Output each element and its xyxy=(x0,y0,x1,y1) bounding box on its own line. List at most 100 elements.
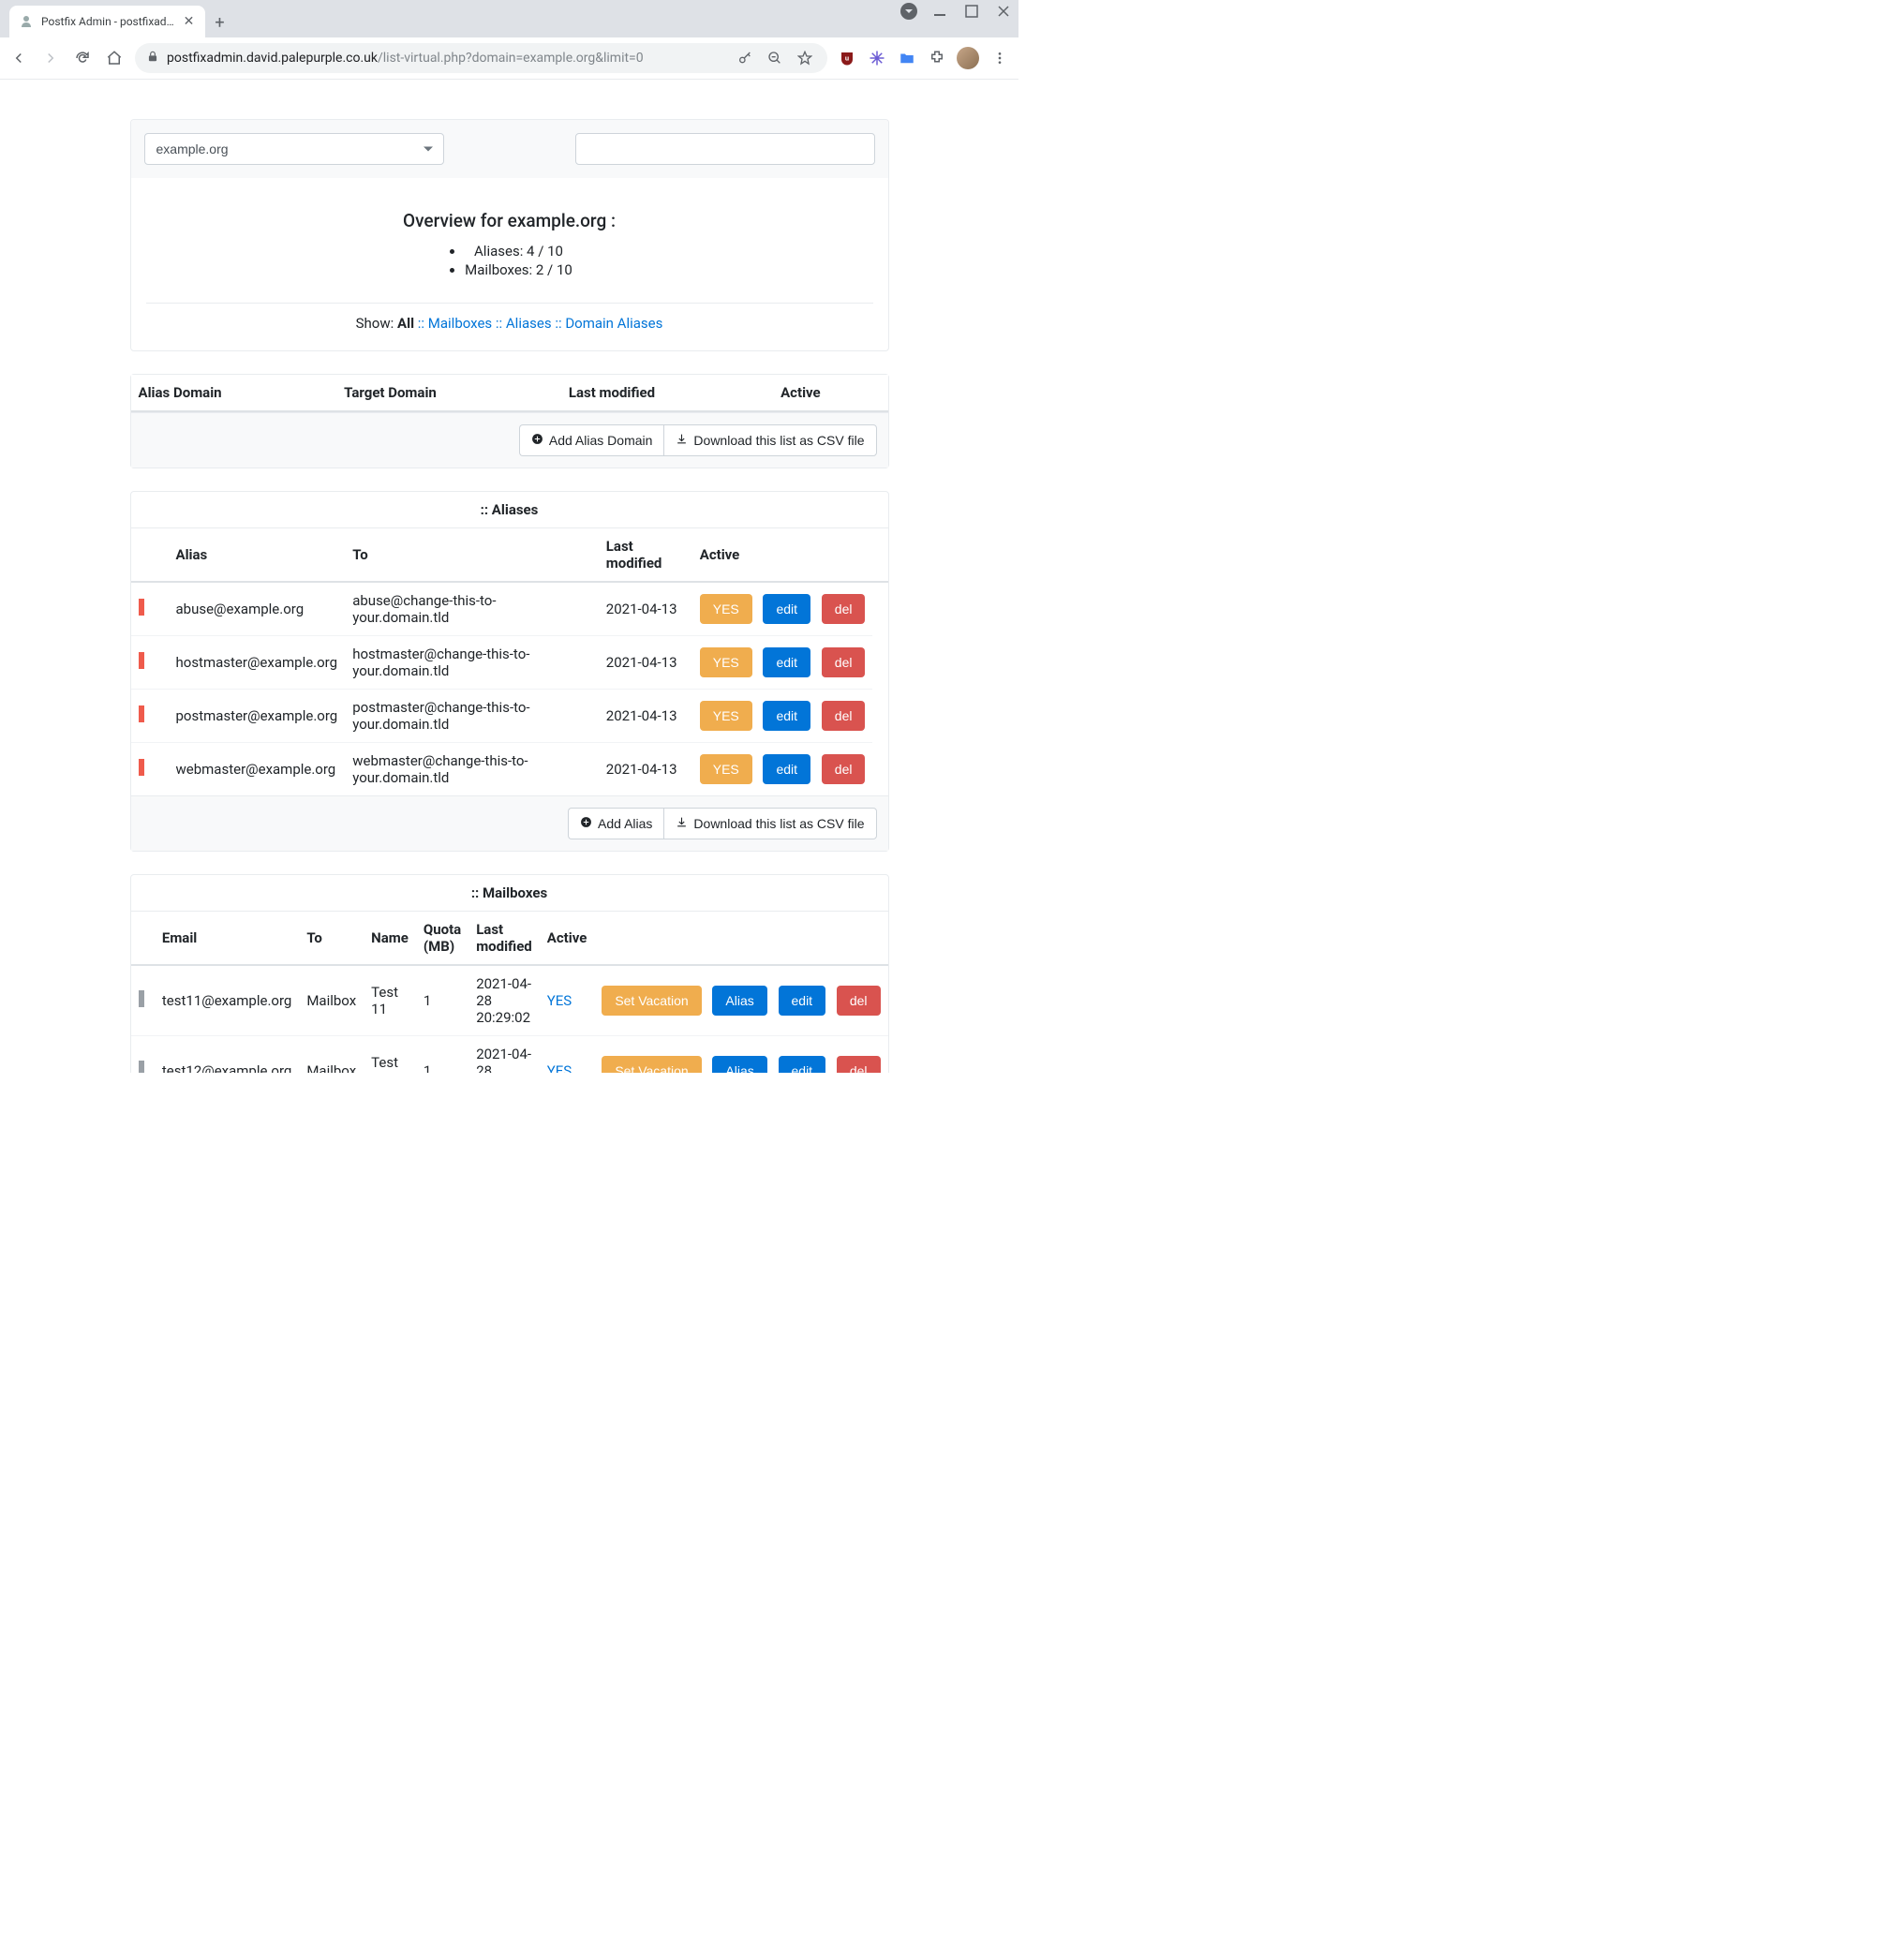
edit-button[interactable]: edit xyxy=(763,754,810,784)
extensions-icon[interactable] xyxy=(927,48,947,68)
aliases-title: :: Aliases xyxy=(131,492,888,528)
back-icon[interactable] xyxy=(7,47,30,69)
show-all[interactable]: All xyxy=(397,315,414,332)
modified-cell: 2021-04-28 20:29:02 xyxy=(468,965,540,1036)
show-aliases-link[interactable]: Aliases xyxy=(506,315,552,332)
minimize-icon[interactable] xyxy=(930,2,949,21)
col-name: Name xyxy=(364,912,416,965)
content-area: example.org Overview for example.org : A… xyxy=(0,80,1018,1073)
indicator-icon xyxy=(139,990,144,1007)
overview-aliases: Aliases: 4 / 10 xyxy=(465,243,572,260)
col-email: Email xyxy=(155,912,299,965)
domain-select[interactable]: example.org xyxy=(144,133,444,165)
add-alias-button[interactable]: Add Alias xyxy=(568,808,663,839)
active-yes-button[interactable]: YES xyxy=(700,594,752,624)
overview-mailboxes: Mailboxes: 2 / 10 xyxy=(465,261,572,278)
del-button[interactable]: del xyxy=(822,754,866,784)
download-icon xyxy=(676,433,688,448)
plus-icon xyxy=(531,433,543,448)
del-button[interactable]: del xyxy=(822,594,866,624)
active-yes-button[interactable]: YES xyxy=(700,754,752,784)
edit-button[interactable]: edit xyxy=(763,594,810,624)
to-cell: Mailbox xyxy=(299,965,364,1036)
del-button[interactable]: del xyxy=(837,986,881,1016)
extension-icons: u xyxy=(837,47,1011,69)
edit-button[interactable]: edit xyxy=(763,647,810,677)
edit-button[interactable]: edit xyxy=(779,1056,826,1073)
alias-button[interactable]: Alias xyxy=(712,1056,766,1073)
to-cell: hostmaster@change-this-to-your.domain.tl… xyxy=(345,636,599,690)
overview-title: Overview for example.org : xyxy=(146,210,873,231)
edit-button[interactable]: edit xyxy=(779,986,826,1016)
modified-cell: 2021-04-13 xyxy=(599,690,692,743)
col-to: To xyxy=(345,528,599,582)
download-aliases-csv-button[interactable]: Download this list as CSV file xyxy=(663,808,876,839)
favicon-icon xyxy=(19,14,34,29)
browser-tab[interactable]: Postfix Admin - postfixad… ✕ xyxy=(9,6,205,37)
forward-icon[interactable] xyxy=(39,47,62,69)
alias-cell: postmaster@example.org xyxy=(169,690,346,743)
del-button[interactable]: del xyxy=(837,1056,881,1073)
alias-row: postmaster@example.org postmaster@change… xyxy=(131,690,888,743)
key-icon[interactable] xyxy=(734,47,756,69)
modified-cell: 2021-04-13 xyxy=(599,636,692,690)
address-bar[interactable]: postfixadmin.david.palepurple.co.uk/list… xyxy=(135,43,827,73)
modified-cell: 2021-04-28 20:29:02 xyxy=(468,1036,540,1074)
ublock-icon[interactable]: u xyxy=(837,48,857,68)
indicator-icon xyxy=(139,759,144,776)
home-icon[interactable] xyxy=(103,47,126,69)
active-yes-button[interactable]: YES xyxy=(700,701,752,731)
star-icon[interactable] xyxy=(794,47,816,69)
zoom-icon[interactable] xyxy=(764,47,786,69)
show-mailboxes-link[interactable]: Mailboxes xyxy=(428,315,492,332)
col-active: Active xyxy=(540,912,595,965)
alias-cell: abuse@example.org xyxy=(169,582,346,636)
active-yes-button[interactable]: YES xyxy=(700,647,752,677)
snowflake-icon[interactable] xyxy=(867,48,887,68)
name-cell: Test 12 xyxy=(364,1036,416,1074)
url-text: postfixadmin.david.palepurple.co.uk/list… xyxy=(167,51,726,66)
alias-row: hostmaster@example.org hostmaster@change… xyxy=(131,636,888,690)
col-alias-domain: Alias Domain xyxy=(131,375,337,411)
folder-icon[interactable] xyxy=(897,48,917,68)
show-domain-aliases-link[interactable]: Domain Aliases xyxy=(565,315,662,332)
new-tab-button[interactable]: + xyxy=(205,13,233,33)
add-alias-domain-button[interactable]: Add Alias Domain xyxy=(519,424,664,456)
aliases-card: :: Aliases Alias To Last modified Active xyxy=(130,491,889,852)
del-button[interactable]: del xyxy=(822,701,866,731)
close-window-icon[interactable] xyxy=(994,2,1013,21)
alias-row: abuse@example.org abuse@change-this-to-y… xyxy=(131,582,888,636)
avatar-icon[interactable] xyxy=(957,47,979,69)
svg-text:u: u xyxy=(845,53,849,62)
scroll-region[interactable]: example.org Overview for example.org : A… xyxy=(0,80,1018,1073)
reload-icon[interactable] xyxy=(71,47,94,69)
edit-button[interactable]: edit xyxy=(763,701,810,731)
to-cell: postmaster@change-this-to-your.domain.tl… xyxy=(345,690,599,743)
indicator-icon xyxy=(139,599,144,616)
alias-cell: hostmaster@example.org xyxy=(169,636,346,690)
modified-cell: 2021-04-13 xyxy=(599,743,692,796)
alias-button[interactable]: Alias xyxy=(712,986,766,1016)
col-target-domain: Target Domain xyxy=(336,375,561,411)
search-wrap xyxy=(575,133,875,165)
search-input[interactable] xyxy=(575,133,875,165)
indicator-icon xyxy=(139,1061,144,1073)
set-vacation-button[interactable]: Set Vacation xyxy=(602,986,701,1016)
browser-toolbar: postfixadmin.david.palepurple.co.uk/list… xyxy=(0,37,1018,80)
mailbox-row: test11@example.org Mailbox Test 11 1 202… xyxy=(131,965,888,1036)
profile-indicator-icon[interactable] xyxy=(900,3,917,20)
maximize-icon[interactable] xyxy=(962,2,981,21)
download-alias-domain-csv-button[interactable]: Download this list as CSV file xyxy=(663,424,876,456)
col-last-modified: Last modified xyxy=(561,375,773,411)
del-button[interactable]: del xyxy=(822,647,866,677)
active-link[interactable]: YES xyxy=(547,992,572,1009)
download-icon xyxy=(676,816,688,831)
modified-cell: 2021-04-13 xyxy=(599,582,692,636)
active-link[interactable]: YES xyxy=(547,1062,572,1073)
set-vacation-button[interactable]: Set Vacation xyxy=(602,1056,701,1073)
tab-title: Postfix Admin - postfixad… xyxy=(41,15,174,28)
email-cell: test11@example.org xyxy=(155,965,299,1036)
menu-icon[interactable] xyxy=(989,47,1011,69)
close-tab-icon[interactable]: ✕ xyxy=(182,14,197,29)
col-modified: Last modified xyxy=(468,912,540,965)
